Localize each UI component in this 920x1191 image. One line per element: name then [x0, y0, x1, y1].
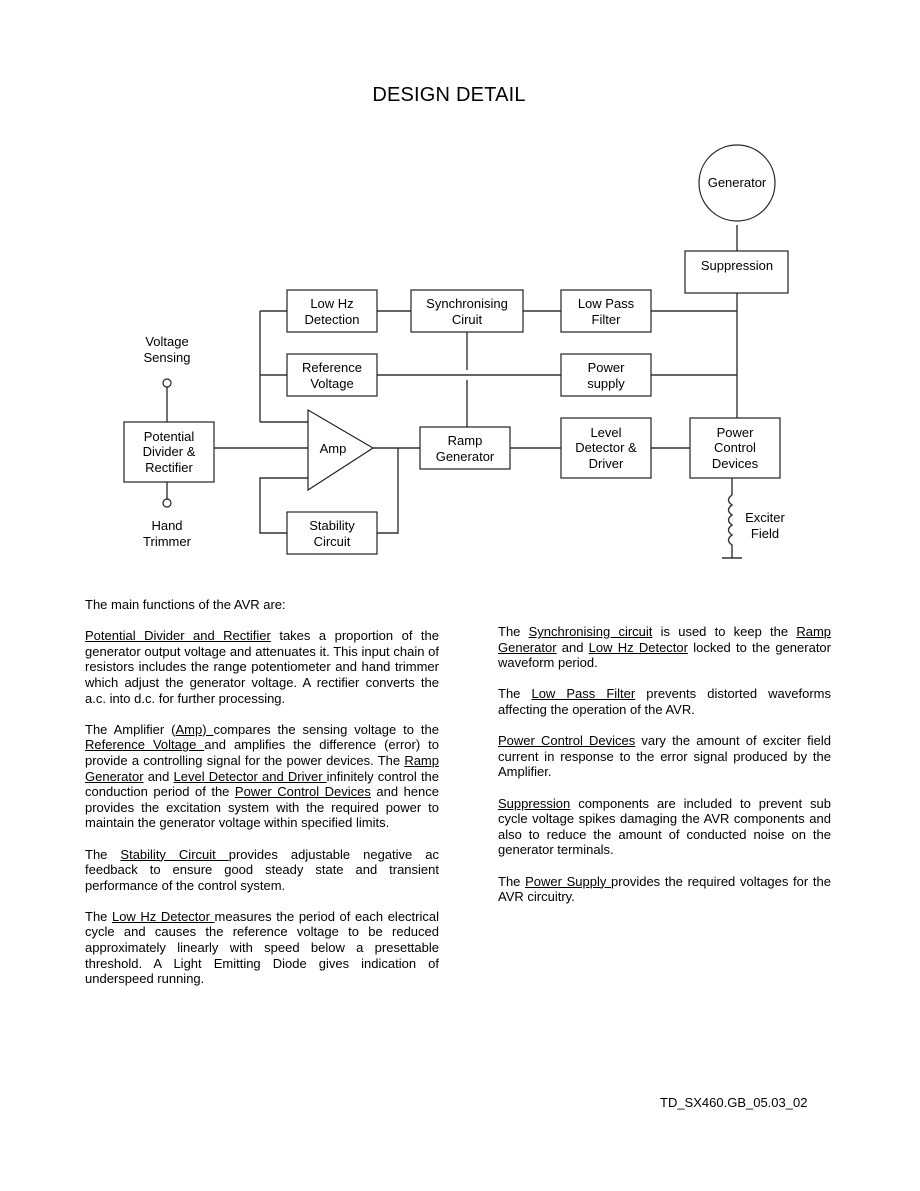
svg-text:Trimmer: Trimmer — [143, 534, 192, 549]
amplifier-paragraph: The Amplifier (Amp) compares the sensing… — [85, 721, 440, 831]
potential-divider-paragraph: Potential Divider and Rectifier takes a … — [85, 628, 440, 706]
potential-divider-rectifier-block: Potential Divider & Rectifier — [123, 421, 215, 483]
svg-text:Potential: Potential — [144, 429, 195, 444]
low-pass-filter-block: Low Pass Filter — [560, 289, 652, 333]
power-control-paragraph: Power Control Devices vary the amount of… — [498, 733, 831, 780]
stability-paragraph: The Stability Circuit provides adjustabl… — [85, 846, 440, 893]
term-suppression: Suppression — [498, 795, 571, 811]
power-supply-block: Power supply — [560, 353, 652, 397]
svg-text:Circuit: Circuit — [314, 534, 351, 549]
term-level-detector: Level Detector and Driver — [173, 768, 327, 784]
svg-text:Exciter: Exciter — [745, 510, 785, 525]
term-reference-voltage: Reference Voltage — [85, 737, 205, 753]
term-low-hz-detector: Low Hz Detector — [111, 908, 215, 924]
suppression-block: Suppression — [684, 250, 789, 294]
document-code: TD_SX460.GB_05.03_02 — [660, 1095, 808, 1110]
svg-text:Amp: Amp — [320, 441, 347, 456]
wires — [166, 225, 742, 559]
svg-text:Voltage: Voltage — [145, 334, 188, 349]
hand-trimmer-label: Hand Trimmer — [143, 518, 192, 549]
term-amp: Amp) — [175, 721, 214, 737]
svg-text:Low Pass: Low Pass — [578, 296, 635, 311]
svg-text:supply: supply — [587, 376, 625, 391]
svg-text:Stability: Stability — [309, 518, 355, 533]
svg-text:Sensing: Sensing — [144, 350, 191, 365]
term-power-control-devices: Power Control Devices — [498, 733, 636, 749]
generator-block: Generator — [698, 144, 776, 222]
avr-block-diagram: Generator Suppression Low Hz Detection S… — [123, 144, 789, 559]
svg-text:Synchronising: Synchronising — [426, 296, 508, 311]
svg-text:Driver: Driver — [589, 456, 624, 471]
ramp-generator-block: Ramp Generator — [419, 426, 511, 470]
svg-text:Detection: Detection — [305, 312, 360, 327]
term-low-pass-filter: Low Pass Filter — [531, 686, 636, 702]
right-text-column: The Synchronising circuit is used to kee… — [498, 624, 831, 920]
term-synchronising-circuit: Synchronising circuit — [528, 624, 653, 639]
svg-text:Power: Power — [717, 425, 755, 440]
synchronising-circuit-block: Synchronising Ciruit — [410, 289, 524, 333]
intro-paragraph: The main functions of the AVR are: — [85, 597, 286, 612]
svg-text:Control: Control — [714, 440, 756, 455]
power-supply-paragraph: The Power Supply provides the required v… — [498, 873, 831, 905]
svg-text:Divider &: Divider & — [143, 444, 196, 459]
svg-text:Generator: Generator — [436, 449, 495, 464]
svg-text:Voltage: Voltage — [310, 376, 353, 391]
svg-text:Field: Field — [751, 526, 779, 541]
exciter-coil — [727, 494, 734, 558]
hand-trimmer-terminal — [162, 498, 172, 508]
svg-text:Ciruit: Ciruit — [452, 312, 483, 327]
svg-text:Detector &: Detector & — [575, 440, 637, 455]
low-pass-filter-paragraph: The Low Pass Filter prevents distorted w… — [498, 686, 831, 717]
svg-text:Level: Level — [590, 425, 621, 440]
svg-text:Generator: Generator — [708, 175, 767, 190]
left-text-column: The main functions of the AVR are: Poten… — [85, 597, 439, 1002]
svg-text:Low Hz: Low Hz — [310, 296, 353, 311]
svg-text:Suppression: Suppression — [701, 258, 773, 273]
power-control-devices-block: Power Control Devices — [689, 417, 781, 479]
voltage-sensing-terminal — [162, 378, 172, 388]
svg-text:Filter: Filter — [592, 312, 622, 327]
amp-block: Amp — [307, 408, 375, 492]
svg-text:Power: Power — [588, 360, 626, 375]
level-detector-driver-block: Level Detector & Driver — [560, 417, 652, 479]
exciter-field-label: Exciter Field — [745, 510, 785, 541]
term-potential-divider: Potential Divider and Rectifier — [85, 628, 271, 644]
svg-text:Hand: Hand — [151, 518, 182, 533]
wire-feedback-out — [377, 448, 399, 534]
low-hz-paragraph: The Low Hz Detector measures the period … — [85, 908, 439, 987]
term-stability-circuit: Stability Circuit — [120, 846, 229, 862]
svg-text:Reference: Reference — [302, 360, 362, 375]
suppression-paragraph: Suppression components are included to p… — [498, 795, 831, 858]
term-low-hz-detector: Low Hz Detector — [588, 639, 688, 655]
low-hz-detection-block: Low Hz Detection — [286, 289, 378, 333]
reference-voltage-block: Reference Voltage — [286, 353, 378, 397]
term-power-supply: Power Supply — [525, 873, 612, 889]
svg-text:Ramp: Ramp — [448, 433, 483, 448]
svg-text:Devices: Devices — [712, 456, 759, 471]
voltage-sensing-label: Voltage Sensing — [144, 334, 191, 365]
stability-circuit-block: Stability Circuit — [286, 511, 378, 555]
synchronising-paragraph: The Synchronising circuit is used to kee… — [498, 624, 832, 671]
svg-text:Rectifier: Rectifier — [145, 460, 193, 475]
term-power-control-devices: Power Control Devices — [234, 784, 371, 800]
